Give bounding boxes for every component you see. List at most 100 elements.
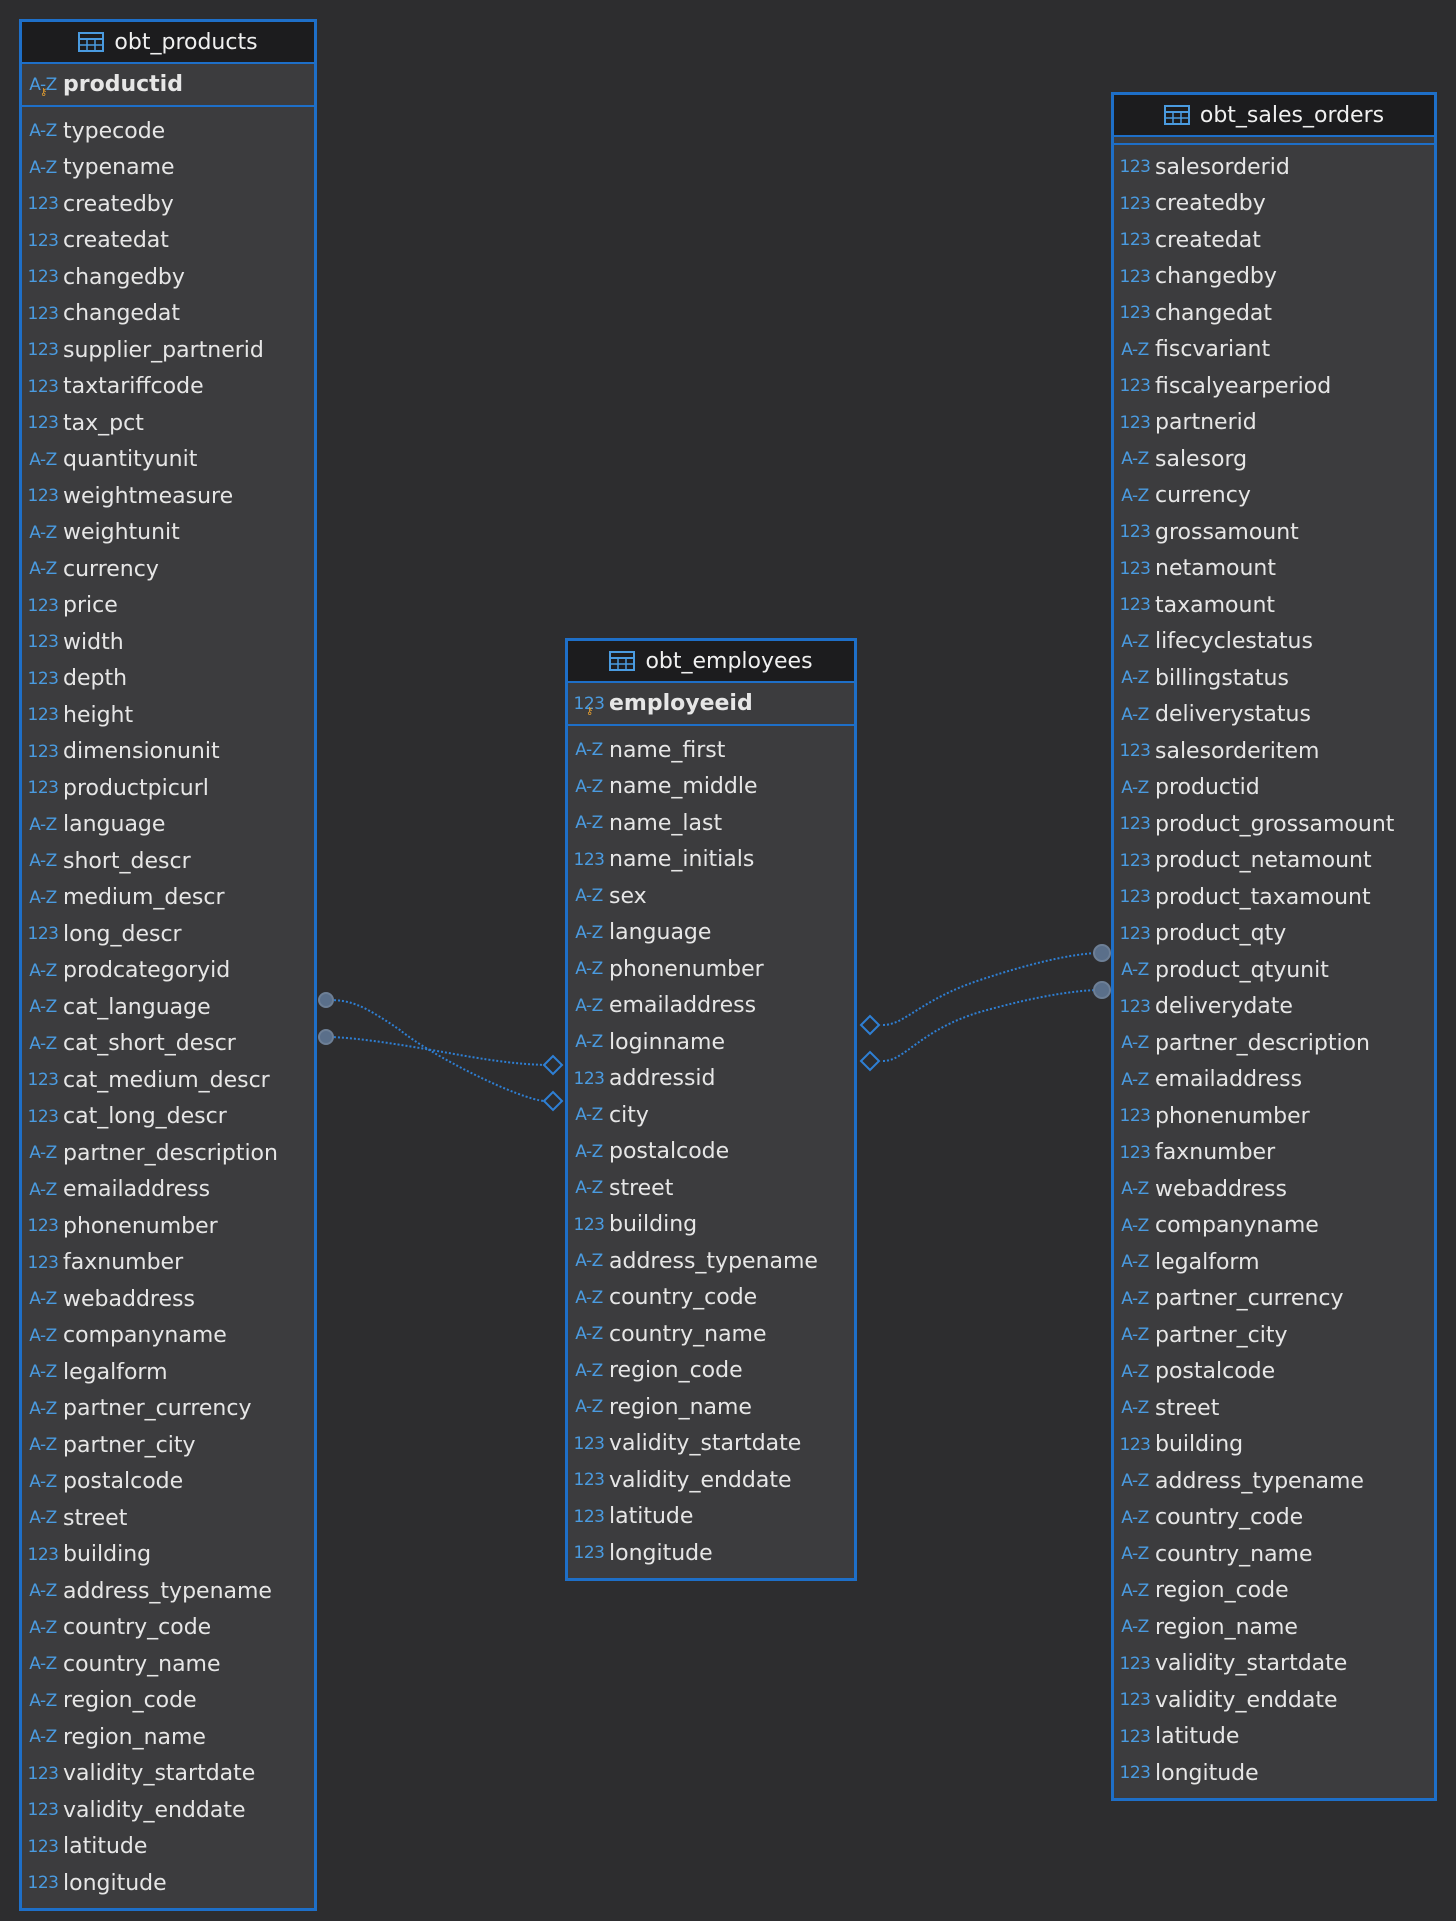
column-row[interactable]: A-Z region_name bbox=[568, 1389, 854, 1426]
column-row[interactable]: 123 longitude bbox=[568, 1535, 854, 1572]
column-row[interactable]: 123 cat_long_descr bbox=[22, 1099, 314, 1136]
column-row[interactable]: 123 product_grossamount bbox=[1114, 806, 1434, 843]
column-row[interactable]: 123 latitude bbox=[568, 1499, 854, 1536]
column-row[interactable]: 123 tax_pct bbox=[22, 405, 314, 442]
column-row[interactable]: 123 longitude bbox=[1114, 1755, 1434, 1792]
column-row[interactable]: 123 phonenumber bbox=[22, 1208, 314, 1245]
column-row[interactable]: 123 productpicurl bbox=[22, 770, 314, 807]
column-row[interactable]: A-Z medium_descr bbox=[22, 880, 314, 917]
column-row[interactable]: 123 changedat bbox=[22, 296, 314, 333]
column-row[interactable]: A-Z emailaddress bbox=[1114, 1062, 1434, 1099]
column-row[interactable]: 123 netamount bbox=[1114, 551, 1434, 588]
column-row[interactable]: 123 building bbox=[22, 1537, 314, 1574]
column-row[interactable]: A-Z language bbox=[22, 807, 314, 844]
column-row[interactable]: A-Z partner_currency bbox=[1114, 1281, 1434, 1318]
column-row[interactable]: 123 latitude bbox=[1114, 1719, 1434, 1756]
column-row[interactable]: A-Z partner_description bbox=[1114, 1025, 1434, 1062]
primary-key-row[interactable]: A-Z ⚷ productid bbox=[22, 64, 314, 107]
column-row[interactable]: 123 building bbox=[568, 1207, 854, 1244]
column-row[interactable]: A-Z name_last bbox=[568, 805, 854, 842]
column-row[interactable]: 123 product_qty bbox=[1114, 916, 1434, 953]
column-row[interactable]: A-Z postalcode bbox=[1114, 1354, 1434, 1391]
column-row[interactable]: A-Z country_code bbox=[568, 1280, 854, 1317]
column-row[interactable]: 123 long_descr bbox=[22, 916, 314, 953]
column-row[interactable]: A-Z short_descr bbox=[22, 843, 314, 880]
column-row[interactable]: 123 product_netamount bbox=[1114, 843, 1434, 880]
column-row[interactable]: 123 price bbox=[22, 588, 314, 625]
column-row[interactable]: 123 width bbox=[22, 624, 314, 661]
column-row[interactable]: 123 createdby bbox=[22, 186, 314, 223]
column-row[interactable]: 123 createdat bbox=[1114, 222, 1434, 259]
column-row[interactable]: 123 longitude bbox=[22, 1865, 314, 1902]
column-row[interactable]: A-Z city bbox=[568, 1097, 854, 1134]
column-row[interactable]: A-Z name_middle bbox=[568, 769, 854, 806]
column-row[interactable]: 123 changedby bbox=[1114, 259, 1434, 296]
column-row[interactable]: 123 validity_enddate bbox=[568, 1462, 854, 1499]
table-obt-employees[interactable]: obt_employees 123 ⚷ employeeid A-Z name_fi… bbox=[565, 638, 857, 1581]
column-row[interactable]: A-Z country_code bbox=[1114, 1500, 1434, 1537]
column-row[interactable]: A-Z street bbox=[22, 1500, 314, 1537]
column-row[interactable]: A-Z region_code bbox=[568, 1353, 854, 1390]
column-row[interactable]: A-Z lifecyclestatus bbox=[1114, 624, 1434, 661]
column-row[interactable]: 123 weightmeasure bbox=[22, 478, 314, 515]
table-obt-products[interactable]: obt_products A-Z ⚷ productid A-Z typecode A… bbox=[19, 19, 317, 1911]
column-row[interactable]: A-Z postalcode bbox=[22, 1464, 314, 1501]
column-row[interactable]: A-Z partner_city bbox=[1114, 1317, 1434, 1354]
column-row[interactable]: A-Z typecode bbox=[22, 113, 314, 150]
column-row[interactable]: 123 changedby bbox=[22, 259, 314, 296]
table-header[interactable]: obt_products bbox=[22, 22, 314, 64]
column-row[interactable]: A-Z name_first bbox=[568, 732, 854, 769]
column-row[interactable]: A-Z partner_currency bbox=[22, 1391, 314, 1428]
column-row[interactable]: 123 grossamount bbox=[1114, 514, 1434, 551]
column-row[interactable]: 123 validity_enddate bbox=[22, 1792, 314, 1829]
column-row[interactable]: 123 partnerid bbox=[1114, 405, 1434, 442]
table-header[interactable]: obt_sales_orders bbox=[1114, 95, 1434, 137]
column-row[interactable]: A-Z fiscvariant bbox=[1114, 332, 1434, 369]
column-row[interactable]: 123 createdat bbox=[22, 223, 314, 260]
column-row[interactable]: A-Z emailaddress bbox=[568, 988, 854, 1025]
column-row[interactable]: A-Z legalform bbox=[1114, 1244, 1434, 1281]
column-row[interactable]: A-Z cat_language bbox=[22, 989, 314, 1026]
column-row[interactable]: A-Z billingstatus bbox=[1114, 660, 1434, 697]
column-row[interactable]: 123 addressid bbox=[568, 1061, 854, 1098]
primary-key-row[interactable]: 123 ⚷ employeeid bbox=[568, 683, 854, 726]
column-row[interactable]: A-Z currency bbox=[1114, 478, 1434, 515]
column-row[interactable]: A-Z address_typename bbox=[22, 1573, 314, 1610]
column-row[interactable]: A-Z postalcode bbox=[568, 1134, 854, 1171]
column-row[interactable]: A-Z address_typename bbox=[568, 1243, 854, 1280]
column-row[interactable]: A-Z region_name bbox=[1114, 1609, 1434, 1646]
column-row[interactable]: A-Z webaddress bbox=[1114, 1171, 1434, 1208]
column-row[interactable]: A-Z cat_short_descr bbox=[22, 1026, 314, 1063]
column-row[interactable]: 123 dimensionunit bbox=[22, 734, 314, 771]
column-row[interactable]: A-Z region_code bbox=[1114, 1573, 1434, 1610]
column-row[interactable]: 123 latitude bbox=[22, 1829, 314, 1866]
column-row[interactable]: 123 building bbox=[1114, 1427, 1434, 1464]
column-row[interactable]: A-Z product_qtyunit bbox=[1114, 952, 1434, 989]
column-row[interactable]: A-Z language bbox=[568, 915, 854, 952]
column-row[interactable]: A-Z typename bbox=[22, 150, 314, 187]
column-row[interactable]: A-Z companyname bbox=[22, 1318, 314, 1355]
column-row[interactable]: A-Z weightunit bbox=[22, 515, 314, 552]
column-row[interactable]: A-Z loginname bbox=[568, 1024, 854, 1061]
column-row[interactable]: 123 faxnumber bbox=[1114, 1135, 1434, 1172]
column-row[interactable]: 123 faxnumber bbox=[22, 1245, 314, 1282]
column-row[interactable]: A-Z companyname bbox=[1114, 1208, 1434, 1245]
column-row[interactable]: 123 salesorderitem bbox=[1114, 733, 1434, 770]
column-row[interactable]: 123 phonenumber bbox=[1114, 1098, 1434, 1135]
column-row[interactable]: 123 depth bbox=[22, 661, 314, 698]
column-row[interactable]: 123 createdby bbox=[1114, 186, 1434, 223]
column-row[interactable]: 123 taxtariffcode bbox=[22, 369, 314, 406]
column-row[interactable]: A-Z deliverystatus bbox=[1114, 697, 1434, 734]
column-row[interactable]: A-Z productid bbox=[1114, 770, 1434, 807]
column-row[interactable]: A-Z country_name bbox=[1114, 1536, 1434, 1573]
column-row[interactable]: 123 fiscalyearperiod bbox=[1114, 368, 1434, 405]
column-row[interactable]: 123 cat_medium_descr bbox=[22, 1062, 314, 1099]
column-row[interactable]: A-Z sex bbox=[568, 878, 854, 915]
column-row[interactable]: A-Z webaddress bbox=[22, 1281, 314, 1318]
column-row[interactable]: 123 supplier_partnerid bbox=[22, 332, 314, 369]
column-row[interactable]: A-Z emailaddress bbox=[22, 1172, 314, 1209]
column-row[interactable]: 123 changedat bbox=[1114, 295, 1434, 332]
column-row[interactable]: A-Z salesorg bbox=[1114, 441, 1434, 478]
column-row[interactable]: 123 validity_startdate bbox=[22, 1756, 314, 1793]
column-row[interactable]: 123 salesorderid bbox=[1114, 149, 1434, 186]
